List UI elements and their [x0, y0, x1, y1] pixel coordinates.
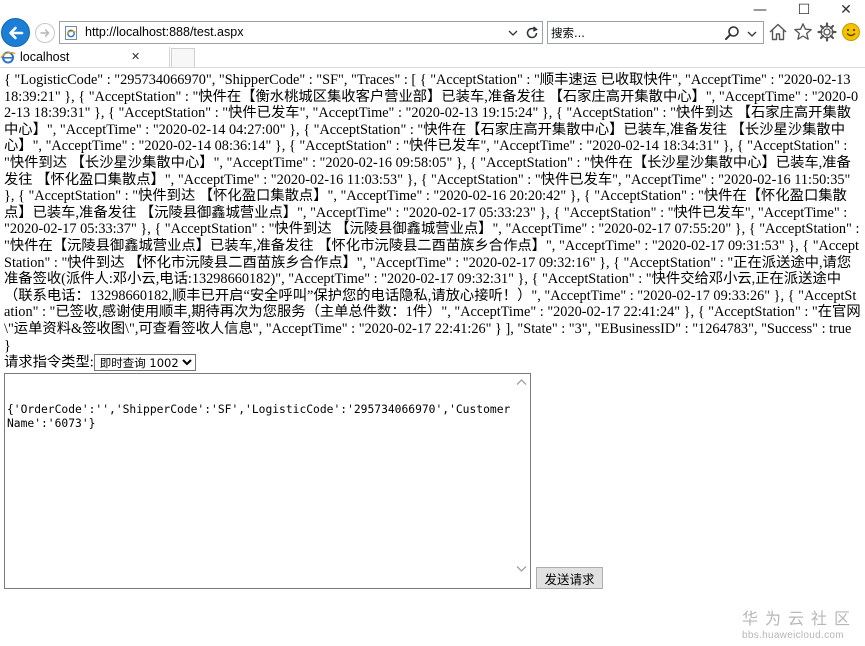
watermark-url: bbs.huaweicloud.com: [742, 630, 844, 641]
back-arrow-icon: [9, 26, 24, 40]
refresh-icon[interactable]: [523, 24, 541, 42]
command-type-select[interactable]: 即时查询 1002: [93, 354, 196, 372]
browser-chrome: — ☐ ✕ http://localhost:888/test.aspx 搜索.…: [0, 0, 865, 68]
request-body-textarea[interactable]: {'OrderCode':'','ShipperCode':'SF','Logi…: [4, 373, 531, 589]
window-controls: — ☐ ✕: [725, 0, 865, 20]
page-icon: [65, 26, 77, 40]
chrome-divider: [0, 67, 865, 68]
close-window-button[interactable]: ✕: [831, 0, 861, 20]
response-json-text: { "LogisticCode" : "295734066970", "Ship…: [4, 72, 861, 354]
chevron-down-icon[interactable]: [508, 29, 518, 37]
request-body-text[interactable]: {'OrderCode':'','ShipperCode':'SF','Logi…: [7, 403, 512, 430]
scroll-up-arrow-icon[interactable]: [516, 378, 527, 386]
smiley-feedback-icon[interactable]: [841, 22, 861, 42]
back-button[interactable]: [1, 18, 30, 47]
gear-icon[interactable]: [817, 22, 837, 42]
command-type-label: 请求指令类型:: [4, 354, 94, 371]
scroll-down-arrow-icon[interactable]: [516, 565, 527, 573]
tab-close-icon[interactable]: ✕: [131, 50, 140, 63]
url-host: localhost: [116, 25, 166, 39]
textarea-scrollbar[interactable]: [513, 374, 530, 588]
url-text[interactable]: http://localhost:888/test.aspx: [85, 25, 243, 39]
watermark: 华为云社区 bbs.huaweicloud.com: [742, 605, 857, 641]
new-tab-button[interactable]: [171, 48, 195, 68]
url-prefix: http://: [85, 25, 117, 39]
chevron-down-icon[interactable]: [747, 30, 757, 38]
forward-button[interactable]: [35, 23, 55, 43]
search-input[interactable]: [551, 24, 711, 41]
address-bar[interactable]: http://localhost:888/test.aspx: [59, 21, 543, 44]
ie-page-icon: [0, 51, 16, 64]
search-icon[interactable]: [724, 25, 740, 41]
favorites-star-icon[interactable]: [793, 22, 813, 42]
tab-localhost[interactable]: localhost ✕: [0, 47, 170, 68]
page-content: { "LogisticCode" : "295734066970", "Ship…: [4, 72, 861, 372]
watermark-title: 华为云社区: [742, 609, 858, 628]
command-type-row: 请求指令类型: 即时查询 1002: [4, 354, 861, 372]
minimize-button[interactable]: —: [745, 0, 775, 20]
maximize-button[interactable]: ☐: [789, 0, 819, 20]
forward-arrow-icon: [40, 29, 50, 37]
url-path: :888/test.aspx: [165, 25, 244, 39]
tab-label: localhost: [20, 50, 70, 64]
send-request-button[interactable]: 发送请求: [536, 567, 603, 589]
home-icon[interactable]: [768, 22, 788, 42]
search-box[interactable]: [547, 21, 764, 44]
